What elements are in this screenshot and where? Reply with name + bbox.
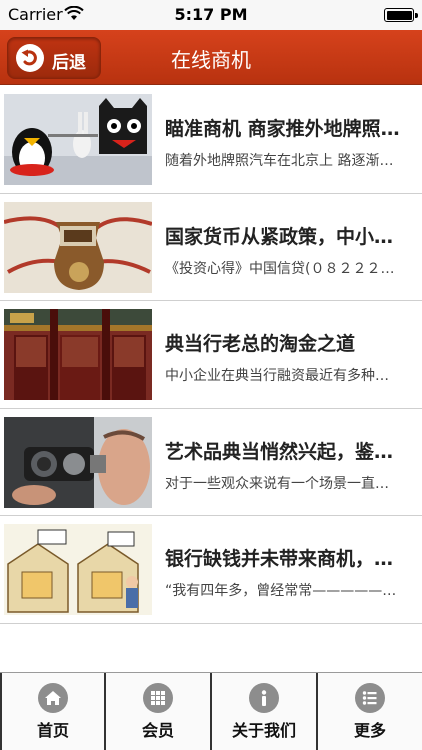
list-item[interactable]: 艺术品典当悄然兴起，鉴定难题 对于一些观众来说有一个场景一直记忆犹新 [0,409,422,516]
news-list: 瞄准商机 商家推外地牌照汽车在北京上路 随着外地牌照汽车在北京上 路逐渐增多 国… [0,86,422,624]
thumbnail-image [4,309,152,400]
list-item[interactable]: 瞄准商机 商家推外地牌照汽车在北京上路 随着外地牌照汽车在北京上 路逐渐增多 [0,86,422,194]
tab-label: 会员 [141,721,174,740]
thumbnail-image [4,94,152,185]
item-title: 瞄准商机 商家推外地牌照汽车在北京上路 [165,118,402,140]
item-summary: 《投资心得》中国信贷(０８２２２２２２) [165,260,402,277]
tab-home[interactable]: 首页 [0,673,106,750]
list-item[interactable]: 银行缺钱并未带来商机，民间借贷 “我有四年多，曾经常常——————— [0,516,422,624]
list-item[interactable]: 国家货币从紧政策，中小企业融资难 《投资心得》中国信贷(０８２２２２２２) [0,194,422,301]
list-item[interactable]: 典当行老总的淘金之道 中小企业在典当行融资最近有多种新变化 [0,301,422,409]
nav-bar: 后退 在线商机 [0,30,422,85]
tab-label: 关于我们 [231,721,296,740]
tab-about[interactable]: 关于我们 [212,673,318,750]
grid-icon [143,683,173,713]
home-icon [38,683,68,713]
battery-icon [384,8,418,22]
tab-member[interactable]: 会员 [106,673,212,750]
item-summary: 中小企业在典当行融资最近有多种新变化 [165,368,402,384]
info-icon [249,683,279,713]
item-title: 国家货币从紧政策，中小企业融资难 [165,225,402,248]
item-title: 银行缺钱并未带来商机，民间借贷 [165,548,402,570]
status-time: 5:17 PM [174,5,248,24]
tab-bar: 首页 会员 关于我们 更多 [0,672,422,750]
list-icon [355,683,385,713]
page-title: 在线商机 [171,48,251,72]
tab-label: 更多 [353,721,386,740]
item-summary: 随着外地牌照汽车在北京上 路逐渐增多 [165,153,402,169]
tab-more[interactable]: 更多 [318,673,422,750]
thumbnail-image [4,524,152,615]
thumbnail-image [4,416,152,508]
item-title: 艺术品典当悄然兴起，鉴定难题 [165,440,402,463]
status-bar: Carrier 5:17 PM [0,0,422,30]
item-title: 典当行老总的淘金之道 [165,333,356,355]
thumbnail-image [4,201,152,293]
item-summary: “我有四年多，曾经常常——————— [165,583,402,599]
tab-label: 首页 [36,721,69,740]
item-summary: 对于一些观众来说有一个场景一直记忆犹新 [165,475,402,492]
